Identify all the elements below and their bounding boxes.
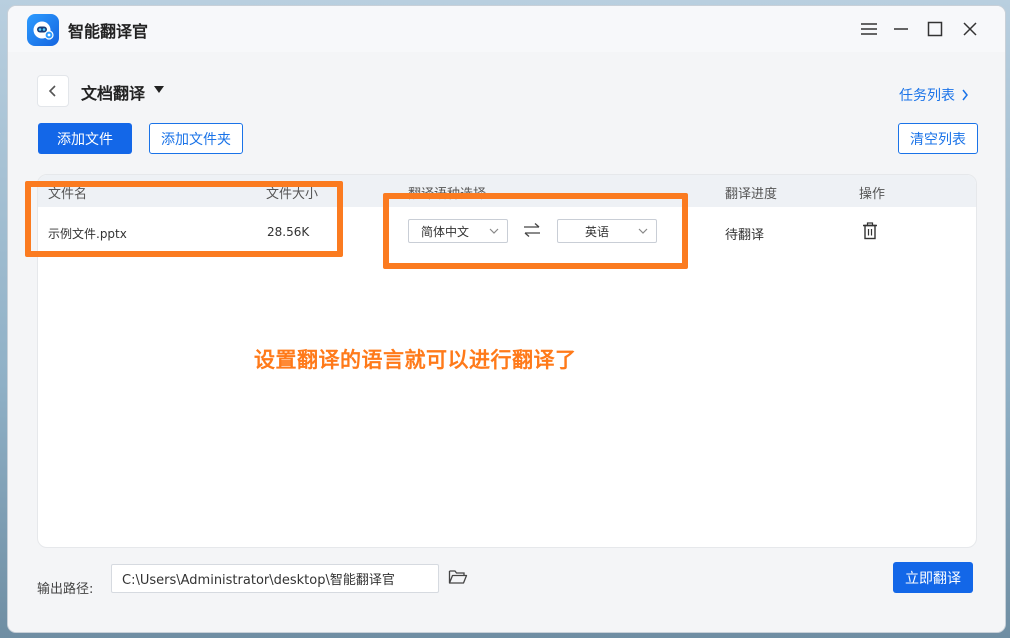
close-button[interactable] bbox=[957, 16, 983, 42]
file-size: 28.56K bbox=[267, 225, 310, 239]
robot-logo-icon bbox=[27, 14, 59, 46]
chevron-down-icon bbox=[489, 228, 499, 234]
maximize-icon bbox=[927, 21, 943, 37]
page-title[interactable]: 文档翻译 bbox=[81, 80, 145, 104]
column-header-language: 翻译语种选择 bbox=[408, 187, 487, 202]
column-header-filename: 文件名 bbox=[48, 187, 88, 202]
source-language-value: 简体中文 bbox=[421, 224, 470, 239]
browse-folder-button[interactable] bbox=[448, 568, 468, 588]
task-list-link[interactable]: 任务列表 bbox=[899, 85, 969, 105]
menu-icon bbox=[861, 23, 877, 35]
menu-button[interactable] bbox=[856, 16, 882, 42]
table-header: 文件名 文件大小 翻译语种选择 翻译进度 操作 bbox=[38, 175, 976, 207]
app-title: 智能翻译官 bbox=[68, 22, 149, 41]
chevron-left-icon bbox=[48, 85, 56, 97]
target-language-select[interactable]: 英语 bbox=[557, 219, 657, 243]
annotation-text: 设置翻译的语言就可以进行翻译了 bbox=[254, 348, 577, 372]
clear-list-button[interactable]: 清空列表 bbox=[898, 123, 978, 154]
column-header-progress: 翻译进度 bbox=[725, 187, 778, 202]
column-header-filesize: 文件大小 bbox=[266, 187, 319, 202]
title-bar: 智能翻译官 bbox=[8, 6, 1005, 52]
column-header-actions: 操作 bbox=[859, 187, 886, 202]
app-window: 智能翻译官 文档翻译 任务列表 添加文件 添加文件夹 清空列表 文件名 文件大小… bbox=[8, 6, 1005, 632]
back-button[interactable] bbox=[37, 75, 69, 107]
target-language-value: 英语 bbox=[585, 224, 610, 239]
maximize-button[interactable] bbox=[922, 16, 948, 42]
source-language-select[interactable]: 简体中文 bbox=[408, 219, 508, 243]
output-path-input[interactable] bbox=[111, 564, 439, 593]
trash-icon bbox=[863, 222, 877, 240]
chevron-down-icon bbox=[638, 228, 648, 234]
folder-open-icon bbox=[448, 570, 468, 584]
add-file-button[interactable]: 添加文件 bbox=[38, 123, 132, 154]
caret-down-icon[interactable] bbox=[154, 86, 164, 93]
minimize-icon bbox=[894, 28, 908, 30]
delete-button[interactable] bbox=[862, 222, 878, 244]
progress-status: 待翻译 bbox=[725, 228, 765, 243]
translate-now-button[interactable]: 立即翻译 bbox=[893, 562, 973, 593]
swap-arrows-icon bbox=[524, 223, 540, 237]
close-icon bbox=[963, 22, 977, 36]
file-name: 示例文件.pptx bbox=[48, 227, 127, 241]
main-content: 文档翻译 任务列表 添加文件 添加文件夹 清空列表 文件名 文件大小 翻译语种选… bbox=[8, 52, 1005, 632]
output-path-label: 输出路径: bbox=[37, 582, 94, 597]
task-list-label: 任务列表 bbox=[899, 88, 955, 104]
add-folder-button[interactable]: 添加文件夹 bbox=[149, 123, 243, 154]
chevron-right-icon bbox=[962, 89, 968, 101]
swap-languages-button[interactable] bbox=[522, 222, 542, 242]
minimize-button[interactable] bbox=[888, 16, 914, 42]
